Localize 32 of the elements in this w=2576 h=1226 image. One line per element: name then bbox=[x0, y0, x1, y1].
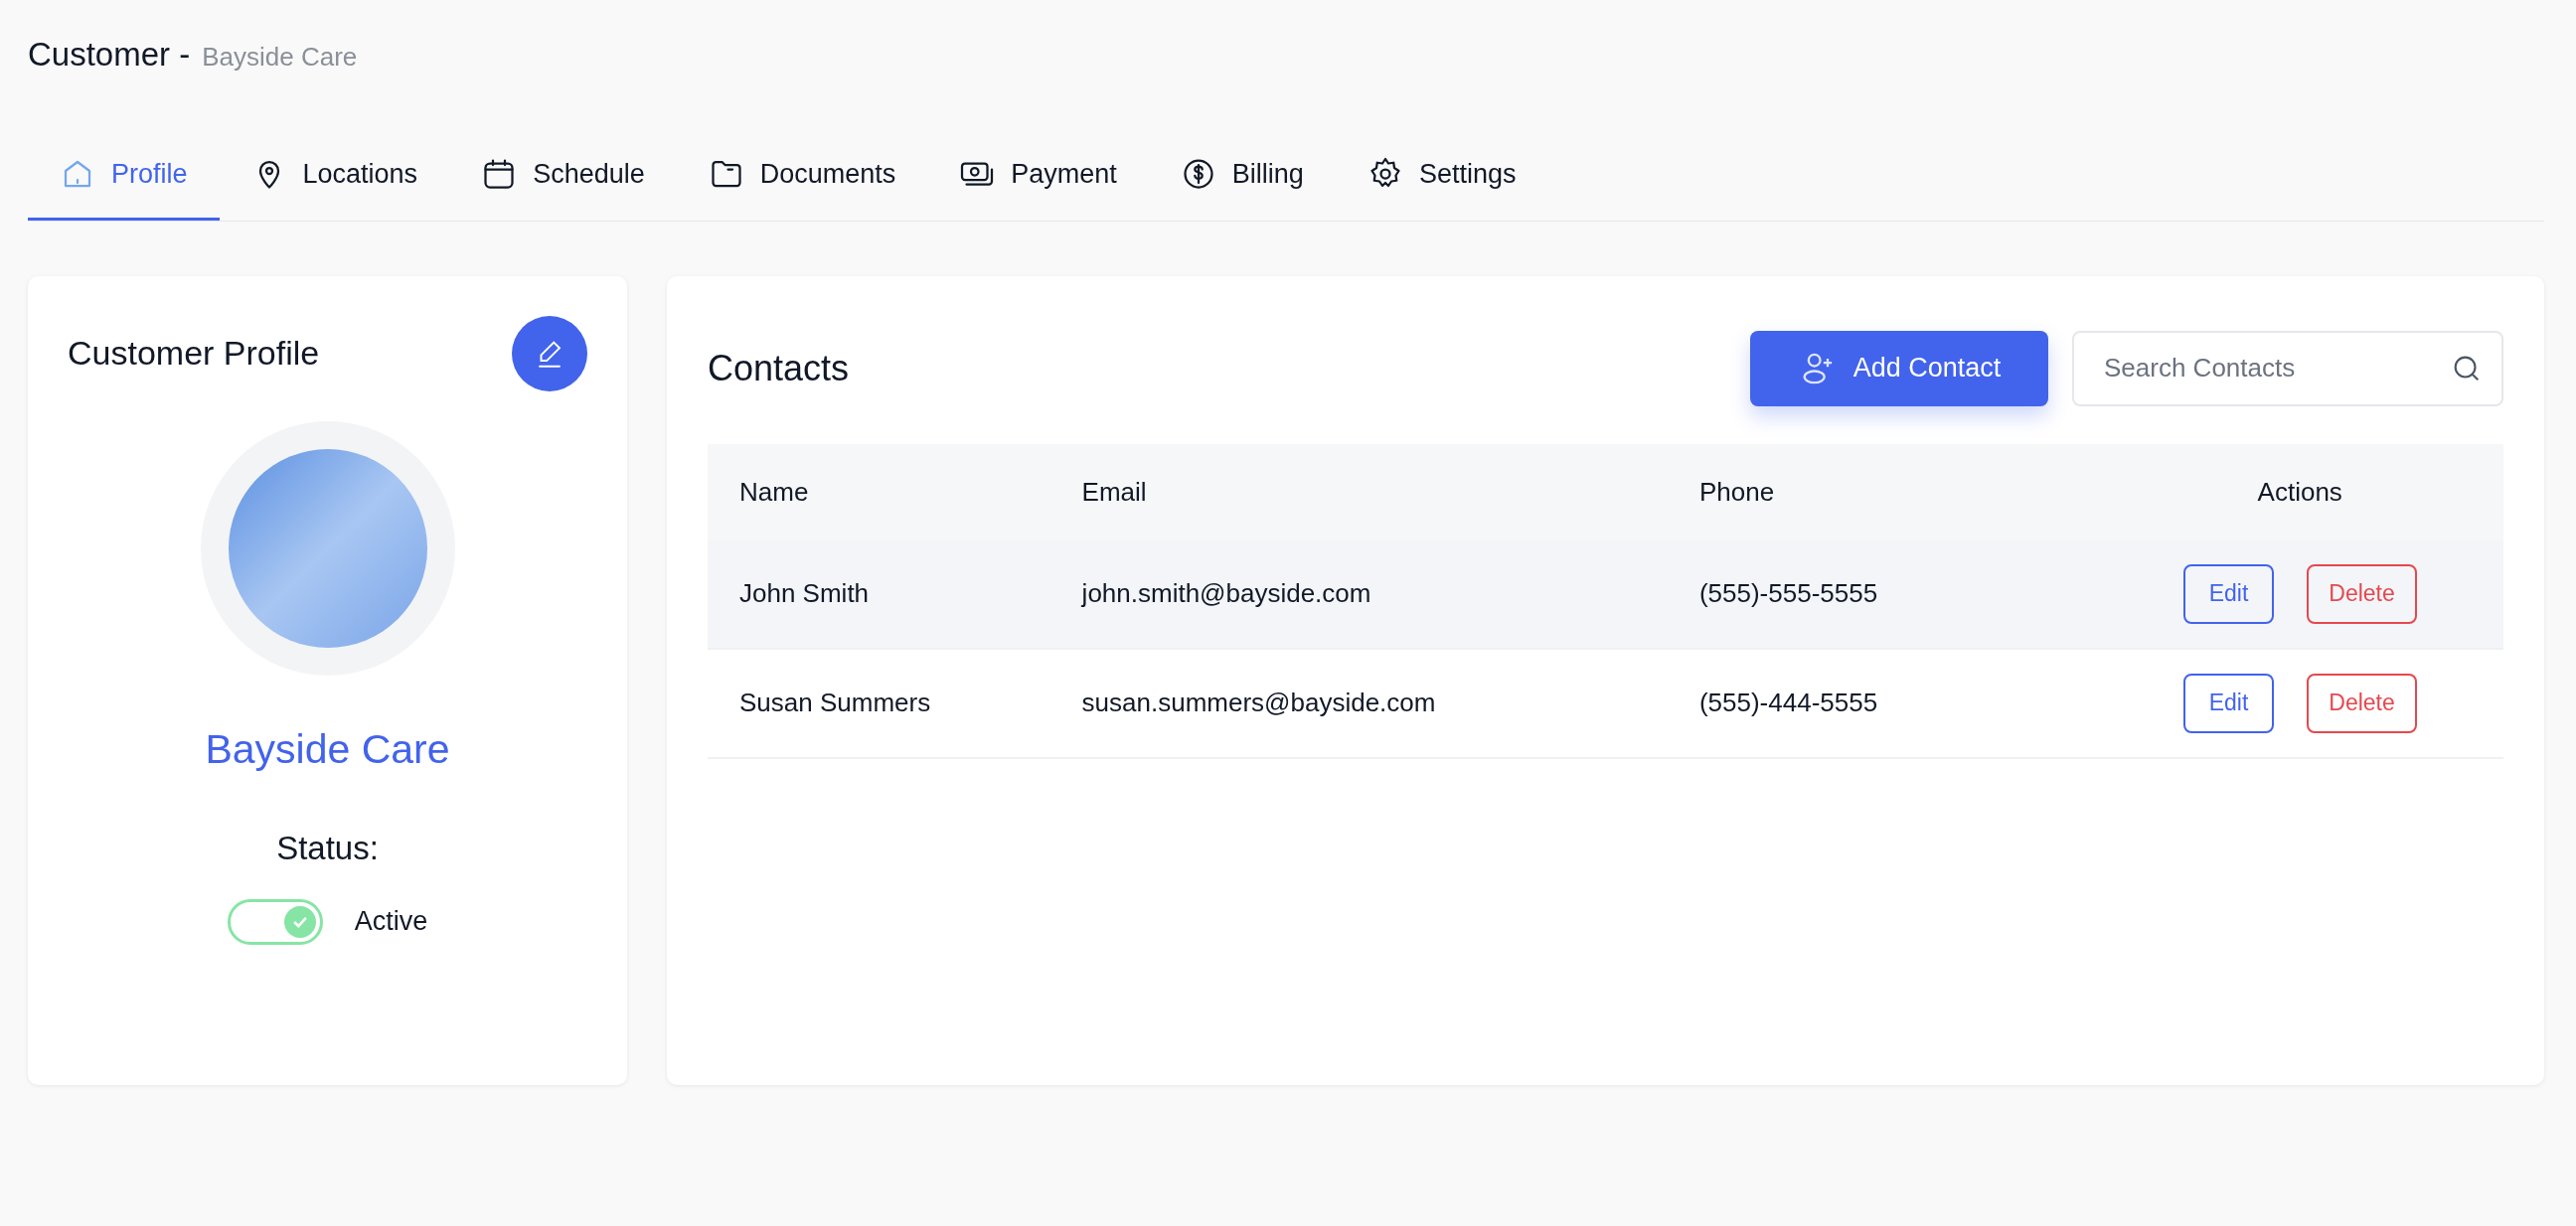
card-title: Contacts bbox=[708, 346, 851, 390]
table-row[interactable]: John Smith john.smith@bayside.com (555)-555-5555 Edit Delete bbox=[708, 539, 2503, 650]
tab[interactable]: Locations bbox=[219, 130, 450, 221]
table-cell-text: john.smith@bayside.com bbox=[1081, 577, 1372, 610]
tab[interactable]: Profile bbox=[28, 130, 220, 221]
tab[interactable]: Billing bbox=[1148, 130, 1336, 221]
search-field[interactable]: Search Contacts bbox=[2072, 330, 2503, 406]
edit-button[interactable]: Edit bbox=[2182, 563, 2275, 624]
tab[interactable]: Payment bbox=[927, 130, 1149, 221]
column-header: Phone bbox=[1698, 475, 1776, 509]
table-cell-text: susan.summers@bayside.com bbox=[1081, 687, 1437, 719]
column-header: Actions bbox=[2256, 475, 2343, 509]
table-cell-text: (555)-444-5555 bbox=[1698, 687, 1879, 719]
status-label: Status: bbox=[276, 829, 379, 868]
status-toggle[interactable] bbox=[227, 898, 323, 945]
tab[interactable]: Schedule bbox=[449, 130, 677, 221]
column-header: Email bbox=[1081, 475, 1148, 509]
page-title: Customer - bbox=[28, 35, 191, 75]
add-contact-button[interactable]: Add Contact bbox=[1750, 330, 2048, 406]
edit-button[interactable]: Edit bbox=[2182, 673, 2275, 733]
table-cell-text: (555)-555-5555 bbox=[1698, 577, 1879, 610]
customer-name: Bayside Care bbox=[205, 724, 450, 774]
tab[interactable]: Documents bbox=[676, 130, 928, 221]
tab[interactable]: Settings bbox=[1335, 130, 1548, 221]
table-cell-text: Susan Summers bbox=[738, 687, 932, 719]
column-header: Name bbox=[738, 475, 810, 509]
status-text: Active bbox=[354, 905, 428, 939]
delete-button[interactable]: Delete bbox=[2307, 673, 2417, 733]
table-cell-text: John Smith bbox=[738, 577, 871, 610]
delete-button[interactable]: Delete bbox=[2307, 563, 2417, 624]
page-subtitle: Bayside Care bbox=[202, 41, 358, 74]
card-title: Customer Profile bbox=[68, 333, 320, 374]
